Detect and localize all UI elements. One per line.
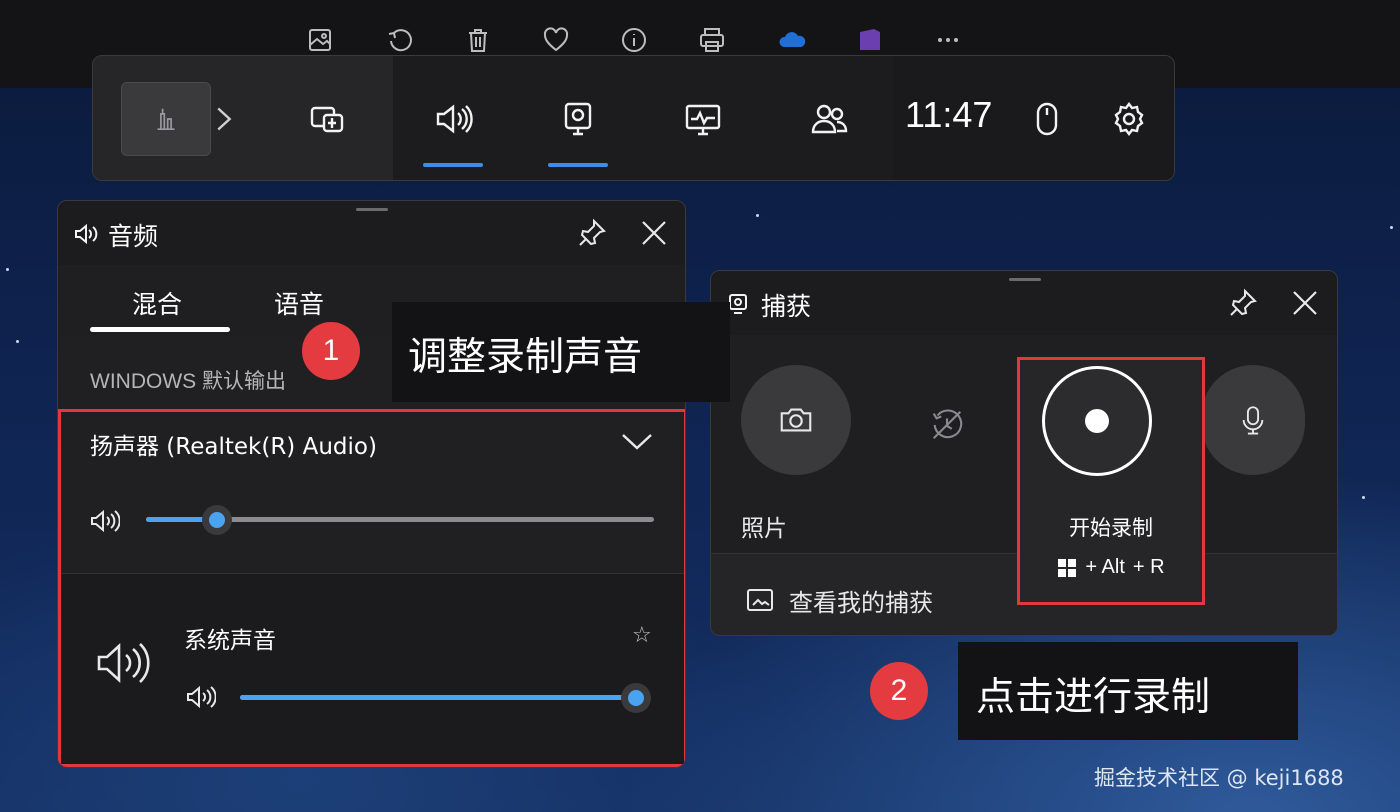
tab-mix[interactable]: 混合 xyxy=(132,285,182,321)
close-icon[interactable] xyxy=(1289,287,1321,319)
pin-icon[interactable] xyxy=(1227,287,1259,319)
rotate-icon[interactable] xyxy=(380,20,420,60)
info-icon[interactable] xyxy=(614,20,654,60)
close-icon[interactable] xyxy=(638,217,670,249)
record-shortcut: + Alt + R xyxy=(1020,556,1202,579)
microphone-toggle-button[interactable] xyxy=(1201,365,1305,475)
start-recording-label: 开始录制 xyxy=(1069,516,1153,540)
screenshot-button[interactable] xyxy=(741,365,851,475)
print-icon[interactable] xyxy=(692,20,732,60)
background-star xyxy=(6,268,9,271)
record-last-30s-button[interactable] xyxy=(903,381,991,469)
gallery-icon xyxy=(747,589,773,611)
shortcut-alt: + Alt xyxy=(1085,556,1125,578)
capture-panel-title: 捕获 xyxy=(761,292,812,321)
clock: 11:47 xyxy=(905,94,993,135)
favorite-icon[interactable] xyxy=(536,20,576,60)
default-output-label: WINDOWS 默认输出 xyxy=(90,370,286,393)
highlight-box-record: 开始录制 + Alt + R xyxy=(1017,357,1205,605)
tab-voice[interactable]: 语音 xyxy=(274,285,324,321)
windows-logo-icon xyxy=(1058,558,1077,577)
audio-panel-title: 音频 xyxy=(108,222,159,251)
panel-drag-handle[interactable] xyxy=(356,208,388,211)
watermark: 掘金技术社区 @ keji1688 xyxy=(1094,766,1344,790)
panel-drag-handle[interactable] xyxy=(1009,278,1041,281)
edit-image-icon[interactable] xyxy=(300,20,340,60)
delete-icon[interactable] xyxy=(458,20,498,60)
callout-text-2: 点击进行录制 xyxy=(976,675,1211,720)
pin-icon[interactable] xyxy=(576,217,608,249)
step-badge-1: 1 xyxy=(302,322,360,380)
background-star xyxy=(1362,496,1365,499)
settings-gear-icon[interactable] xyxy=(1097,91,1161,147)
camera-icon xyxy=(780,408,812,432)
background-star xyxy=(16,340,19,343)
performance-icon[interactable] xyxy=(671,91,735,147)
background-star xyxy=(756,214,759,217)
photo-label: 照片 xyxy=(741,516,787,542)
highlight-box-audio xyxy=(58,409,685,767)
view-captures-link[interactable]: 查看我的捕获 xyxy=(789,583,933,618)
step-badge-2: 2 xyxy=(870,662,928,720)
record-history-icon xyxy=(932,409,963,440)
capture-icon xyxy=(729,294,747,314)
audio-active-indicator xyxy=(423,163,483,167)
game-thumbnail[interactable] xyxy=(121,82,211,156)
onedrive-icon[interactable] xyxy=(772,20,812,60)
game-bar: 11:47 xyxy=(92,55,1175,181)
audio-panel: 音频 混合 语音 WINDOWS 默认输出 扬声器 (Realtek(R) Au… xyxy=(57,200,686,768)
callout-text-1: 调整录制声音 xyxy=(408,335,643,380)
app-icon[interactable] xyxy=(850,20,890,60)
more-icon[interactable] xyxy=(928,20,968,60)
microphone-icon xyxy=(1242,406,1264,435)
widget-menu-icon[interactable] xyxy=(295,91,359,147)
audio-icon[interactable] xyxy=(421,91,485,167)
background-star xyxy=(1390,226,1393,229)
expand-chevron-icon[interactable] xyxy=(203,91,243,147)
mouse-icon[interactable] xyxy=(1015,91,1079,147)
record-dot-icon xyxy=(1085,409,1109,433)
start-recording-button[interactable] xyxy=(1042,366,1152,476)
capture-panel: 捕获 照片 查看我的捕获 开始录制 + Alt + R xyxy=(710,270,1338,636)
social-icon[interactable] xyxy=(797,91,861,147)
capture-icon[interactable] xyxy=(546,91,610,167)
active-tab-indicator xyxy=(90,327,230,332)
speaker-icon xyxy=(75,223,98,245)
shortcut-r: + R xyxy=(1132,556,1165,578)
capture-active-indicator xyxy=(548,163,608,167)
